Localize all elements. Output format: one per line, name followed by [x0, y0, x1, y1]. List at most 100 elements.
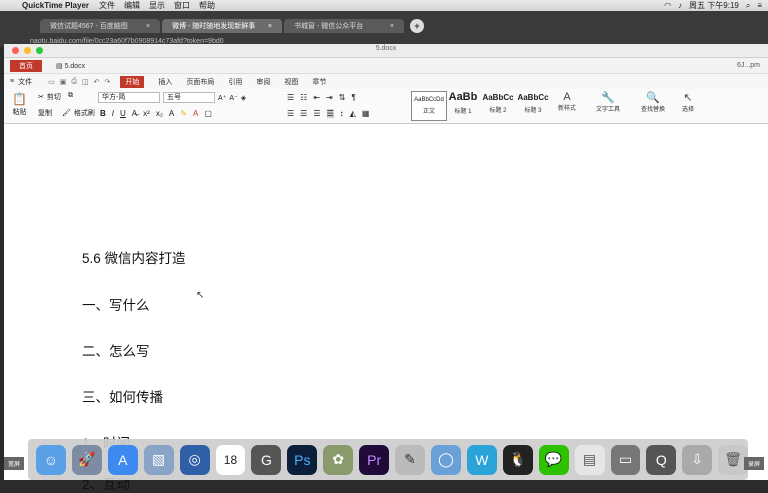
app-store-icon[interactable]: A — [107, 444, 138, 475]
tab-home[interactable]: 首页 — [10, 59, 42, 72]
downloads-icon[interactable]: ⇩ — [682, 444, 713, 475]
close-icon[interactable]: × — [268, 23, 272, 30]
quicktime-icon[interactable]: Q — [646, 444, 677, 475]
file-menu[interactable]: 文件 — [18, 77, 32, 87]
grow-font-icon[interactable]: A⁺ — [218, 94, 226, 102]
text-effect-icon[interactable]: A — [169, 109, 174, 118]
calendar-icon[interactable]: 18 — [215, 444, 246, 475]
safari-icon[interactable]: ◎ — [179, 444, 210, 475]
decrease-indent-icon[interactable]: ⇤ — [313, 93, 320, 102]
highlight-icon[interactable]: ✎ — [180, 109, 187, 118]
print-icon[interactable]: ⎙ — [71, 78, 77, 86]
screen-recorder-icon[interactable]: ▭ — [610, 444, 641, 475]
open-icon[interactable]: ▭ — [48, 78, 55, 86]
browser-tab-wechat-mp[interactable]: 书城窗 - 微信公众平台 × — [284, 19, 404, 33]
justify-icon[interactable]: ☰ — [326, 109, 334, 118]
tab-page-layout[interactable]: 页面布局 — [186, 77, 214, 87]
clock[interactable]: 周五 下午9:19 — [689, 0, 739, 11]
tab-section[interactable]: 章节 — [312, 77, 326, 87]
select-button[interactable]: ↖ 选择 — [682, 91, 694, 113]
doc-paragraph[interactable]: 一、写什么 — [82, 294, 150, 314]
save-icon[interactable]: ▣ — [60, 78, 67, 86]
wechat-icon[interactable]: 💬 — [538, 444, 569, 475]
launchpad-icon[interactable]: 🚀 — [71, 444, 102, 475]
user-info[interactable]: 6J...pm — [737, 62, 760, 69]
new-style-button[interactable]: A 新样式 — [558, 91, 576, 112]
volume-icon[interactable]: ♪ — [678, 1, 682, 10]
browser-tab-weibo[interactable]: 微博 - 随时随地发现新鲜事 × — [162, 19, 282, 33]
notes-icon[interactable]: ▤ — [574, 444, 605, 475]
style-normal[interactable]: AaBbCcDd 正文 — [411, 91, 447, 121]
browser-tab-naotu[interactable]: 微信试题4567 - 百度脑图 × — [40, 19, 160, 33]
tab-start[interactable]: 开始 — [120, 75, 145, 88]
document-page[interactable]: 5.6 微信内容打造 一、写什么 二、怎么写 三、如何传播 1、时间 2、互动 … — [4, 137, 768, 492]
finder-icon[interactable]: ☺ — [36, 444, 66, 475]
align-center-icon[interactable]: ☰ — [300, 109, 307, 118]
tab-insert[interactable]: 插入 — [158, 77, 172, 87]
align-left-icon[interactable]: ☰ — [287, 109, 294, 118]
wps-icon[interactable]: W — [466, 444, 497, 475]
menu-view[interactable]: 显示 — [149, 0, 165, 11]
tab-references[interactable]: 引用 — [228, 77, 242, 87]
paste-button[interactable]: 📋 粘贴 — [12, 92, 27, 117]
menu-list-icon[interactable]: ≡ — [757, 1, 762, 10]
bullets-icon[interactable]: ☰ — [287, 93, 294, 102]
borders-icon[interactable]: ▦ — [362, 109, 370, 118]
find-replace-button[interactable]: 🔍 查找替换 — [641, 91, 665, 113]
doc-heading[interactable]: 5.6 微信内容打造 — [82, 247, 186, 267]
font-color-icon[interactable]: A — [193, 109, 198, 118]
undo-icon[interactable]: ↶ — [94, 78, 100, 86]
align-right-icon[interactable]: ☰ — [313, 109, 320, 118]
strikethrough-icon[interactable]: A̶ — [132, 109, 137, 118]
close-icon[interactable]: × — [390, 23, 394, 30]
wifi-icon[interactable]: ◠ — [664, 1, 671, 10]
text-tools-button[interactable]: 🔧 文字工具 — [596, 91, 620, 113]
format-painter-button[interactable]: 🖌 格式刷 — [62, 108, 95, 118]
preview-icon[interactable]: ▧ — [143, 444, 174, 475]
increase-indent-icon[interactable]: ⇥ — [326, 93, 333, 102]
doc-paragraph[interactable]: 二、怎么写 — [82, 340, 150, 360]
style-heading-1[interactable]: AaBb 标题 1 — [446, 91, 480, 115]
redo-icon[interactable]: ↷ — [104, 78, 110, 86]
qq-icon[interactable]: 🐧 — [502, 444, 533, 475]
cut-button[interactable]: ✂ 剪切 — [38, 92, 61, 102]
copy-button[interactable]: ⧉ — [68, 92, 73, 100]
char-border-icon[interactable]: ▢ — [204, 109, 212, 118]
copy-button-2[interactable]: 复制 — [38, 108, 52, 118]
menu-file[interactable]: 文件 — [99, 0, 115, 11]
premiere-icon[interactable]: Pr — [359, 444, 390, 475]
tab-review[interactable]: 审阅 — [256, 77, 270, 87]
photoshop-icon[interactable]: Ps — [287, 444, 318, 475]
script-editor-icon[interactable]: ✎ — [395, 444, 425, 475]
gitup-icon[interactable]: G — [251, 444, 282, 475]
sort-icon[interactable]: ⇅ — [339, 93, 346, 102]
font-size-select[interactable]: 五号 — [163, 92, 215, 103]
tab-file[interactable]: ▤ 5.docx — [56, 62, 85, 70]
bold-icon[interactable]: B — [100, 109, 106, 118]
app-menu[interactable]: QuickTime Player — [22, 1, 89, 10]
underline-icon[interactable]: U — [120, 109, 126, 118]
font-select[interactable]: 华方-简 — [98, 92, 160, 103]
preview-icon[interactable]: ◫ — [82, 78, 89, 86]
show-marks-icon[interactable]: ¶ — [351, 93, 355, 102]
shading-icon[interactable]: ◭ — [350, 109, 356, 118]
photo-app-icon[interactable]: ✿ — [323, 444, 354, 475]
menu-help[interactable]: 帮助 — [199, 0, 215, 11]
search-icon[interactable]: ⌕ — [746, 1, 750, 11]
superscript-icon[interactable]: x² — [143, 109, 150, 118]
close-icon[interactable]: × — [146, 23, 150, 30]
doc-paragraph[interactable]: 三、如何传播 — [82, 386, 163, 406]
menu-toggle-icon[interactable]: ≡ — [10, 78, 14, 85]
menu-edit[interactable]: 编辑 — [124, 0, 140, 11]
new-tab-button[interactable]: + — [410, 19, 424, 33]
shrink-font-icon[interactable]: A⁻ — [229, 94, 237, 102]
line-spacing-icon[interactable]: ↕ — [340, 109, 344, 118]
subscript-icon[interactable]: x₂ — [156, 109, 163, 118]
menu-window[interactable]: 窗口 — [174, 0, 190, 11]
style-heading-3[interactable]: AaBbCc 标题 3 — [516, 91, 550, 114]
italic-icon[interactable]: I — [112, 109, 114, 118]
clear-format-icon[interactable]: ◈ — [241, 94, 246, 102]
mirror-app-icon[interactable]: ◯ — [430, 444, 461, 475]
tab-view[interactable]: 视图 — [284, 77, 298, 87]
numbering-icon[interactable]: ☷ — [300, 93, 307, 102]
